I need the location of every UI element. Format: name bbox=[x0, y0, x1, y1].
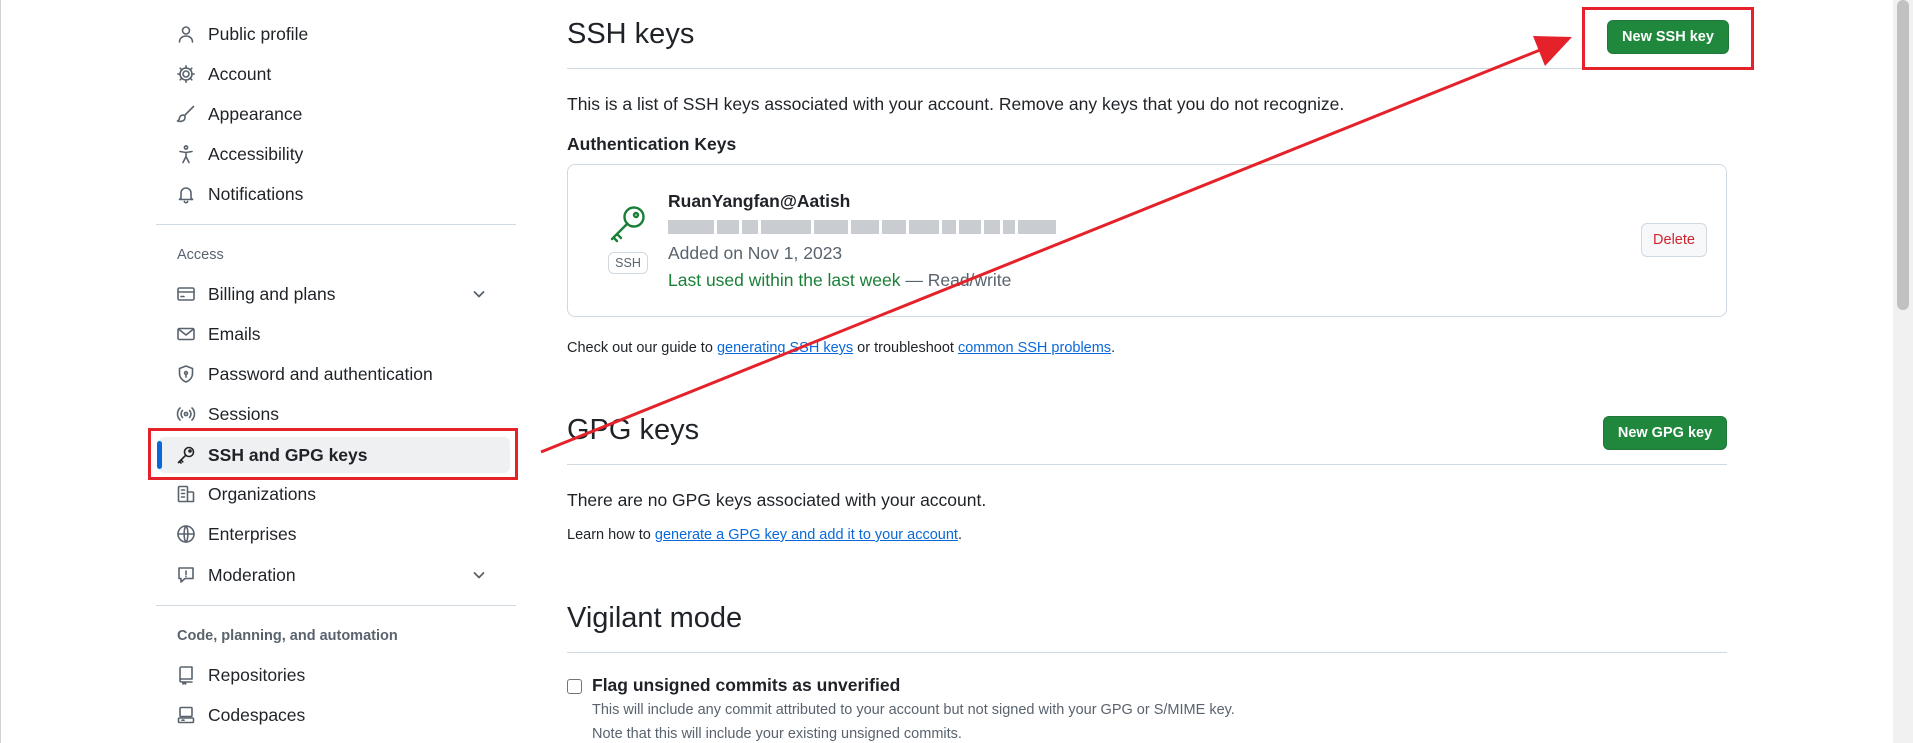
sidebar-item-enterprises[interactable]: Enterprises bbox=[158, 516, 510, 552]
vigilant-divider bbox=[567, 652, 1727, 653]
ssh-divider bbox=[567, 68, 1727, 69]
sidebar-heading-code: Code, planning, and automation bbox=[177, 628, 398, 644]
sidebar-item-label: SSH and GPG keys bbox=[208, 444, 368, 465]
gpg-learn-text: Learn how to generate a GPG key and add … bbox=[567, 527, 962, 543]
sidebar-item-account[interactable]: Account bbox=[158, 56, 510, 92]
sidebar-item-billing[interactable]: Billing and plans bbox=[158, 276, 510, 312]
generate-gpg-key-link[interactable]: generate a GPG key and add it to your ac… bbox=[655, 527, 958, 543]
accessibility-icon bbox=[176, 144, 196, 164]
last-used-text: Last used within the last week bbox=[668, 270, 901, 290]
sidebar-item-emails[interactable]: Emails bbox=[158, 316, 510, 352]
sidebar-heading-access: Access bbox=[177, 247, 224, 263]
learn-suffix: . bbox=[957, 527, 962, 543]
sidebar-item-label: Emails bbox=[208, 323, 261, 344]
globe-icon bbox=[176, 524, 196, 544]
ssh-keys-title: SSH keys bbox=[567, 18, 695, 50]
sidebar-item-accessibility[interactable]: Accessibility bbox=[158, 136, 510, 172]
ssh-description: This is a list of SSH keys associated wi… bbox=[567, 94, 1345, 114]
sidebar-item-organizations[interactable]: Organizations bbox=[158, 476, 510, 512]
sidebar-item-sessions[interactable]: Sessions bbox=[158, 396, 510, 432]
sidebar-item-label: Sessions bbox=[208, 403, 280, 424]
vigilant-mode-title: Vigilant mode bbox=[567, 602, 743, 634]
arrow-head bbox=[1533, 36, 1572, 66]
sidebar-item-codespaces[interactable]: Codespaces bbox=[158, 697, 510, 733]
sidebar-item-appearance[interactable]: Appearance bbox=[158, 96, 510, 132]
codespaces-icon bbox=[176, 705, 196, 725]
vertical-scrollbar[interactable] bbox=[1893, 0, 1913, 743]
sidebar-item-notifications[interactable]: Notifications bbox=[158, 176, 510, 212]
sidebar-item-label: Account bbox=[208, 63, 272, 84]
sidebar-item-label: Organizations bbox=[208, 483, 316, 504]
sidebar-item-label: Billing and plans bbox=[208, 283, 336, 304]
generating-ssh-keys-link[interactable]: generating SSH keys bbox=[717, 340, 853, 356]
sidebar-item-label: Enterprises bbox=[208, 523, 297, 544]
sidebar-item-label: Codespaces bbox=[208, 704, 306, 725]
ssh-key-name: RuanYangfan@Aatish bbox=[668, 191, 851, 211]
vigilant-help-1: This will include any commit attributed … bbox=[592, 702, 1235, 718]
sidebar-item-public-profile[interactable]: Public profile bbox=[158, 16, 510, 52]
sidebar-item-ssh-gpg-keys[interactable]: SSH and GPG keys bbox=[158, 437, 510, 473]
chevron-down-icon[interactable] bbox=[470, 566, 488, 584]
new-gpg-key-button[interactable]: New GPG key bbox=[1603, 416, 1727, 450]
active-indicator bbox=[157, 441, 162, 469]
shield-lock-icon bbox=[176, 364, 196, 384]
paintbrush-icon bbox=[176, 104, 196, 124]
chevron-down-icon[interactable] bbox=[470, 285, 488, 303]
sidebar-item-label: Repositories bbox=[208, 664, 306, 685]
guide-middle: or troubleshoot bbox=[853, 340, 958, 356]
sidebar-item-label: Accessibility bbox=[208, 143, 304, 164]
sidebar-item-label: Moderation bbox=[208, 564, 296, 585]
access-level-text: — Read/write bbox=[900, 270, 1012, 290]
sidebar-divider bbox=[156, 605, 516, 606]
guide-prefix: Check out our guide to bbox=[567, 340, 717, 356]
sidebar-item-repositories[interactable]: Repositories bbox=[158, 657, 510, 693]
ssh-key-added-date: Added on Nov 1, 2023 bbox=[668, 243, 843, 263]
ssh-guide-text: Check out our guide to generating SSH ke… bbox=[567, 340, 1115, 356]
organization-icon bbox=[176, 484, 196, 504]
ssh-key-last-used: Last used within the last week — Read/wr… bbox=[668, 270, 1011, 291]
key-fingerprint-redacted bbox=[668, 220, 1056, 234]
window-edge bbox=[0, 0, 1, 743]
gpg-empty-message: There are no GPG keys associated with yo… bbox=[567, 490, 987, 510]
bell-icon bbox=[176, 184, 196, 204]
learn-prefix: Learn how to bbox=[567, 527, 655, 543]
repo-icon bbox=[176, 665, 196, 685]
mail-icon bbox=[176, 324, 196, 344]
guide-suffix: . bbox=[1111, 340, 1116, 356]
sidebar-item-moderation[interactable]: Moderation bbox=[158, 557, 510, 593]
key-icon bbox=[176, 445, 196, 465]
delete-key-button[interactable]: Delete bbox=[1641, 223, 1707, 257]
auth-keys-heading: Authentication Keys bbox=[567, 134, 737, 154]
gpg-keys-title: GPG keys bbox=[567, 414, 700, 446]
vigilant-help-2: Note that this will include your existin… bbox=[592, 726, 962, 742]
person-icon bbox=[176, 24, 196, 44]
sidebar-divider bbox=[156, 224, 516, 225]
gpg-divider bbox=[567, 464, 1727, 465]
flag-unsigned-checkbox[interactable] bbox=[567, 679, 582, 694]
key-icon bbox=[607, 203, 649, 245]
ssh-key-item: SSH RuanYangfan@Aatish Added on Nov 1, 2… bbox=[567, 164, 1727, 317]
sidebar-item-label: Public profile bbox=[208, 23, 309, 44]
scrollbar-thumb[interactable] bbox=[1897, 0, 1909, 310]
new-ssh-key-button[interactable]: New SSH key bbox=[1607, 20, 1729, 54]
sidebar-item-label: Notifications bbox=[208, 183, 304, 204]
common-ssh-problems-link[interactable]: common SSH problems bbox=[958, 340, 1111, 356]
gear-icon bbox=[176, 64, 196, 84]
sidebar-item-password-auth[interactable]: Password and authentication bbox=[158, 356, 510, 392]
credit-card-icon bbox=[176, 284, 196, 304]
report-icon bbox=[176, 565, 196, 585]
broadcast-icon bbox=[176, 404, 196, 424]
sidebar-item-label: Password and authentication bbox=[208, 363, 433, 384]
ssh-type-label: SSH bbox=[608, 252, 648, 274]
flag-unsigned-label[interactable]: Flag unsigned commits as unverified bbox=[592, 675, 900, 696]
sidebar-item-label: Appearance bbox=[208, 103, 303, 124]
